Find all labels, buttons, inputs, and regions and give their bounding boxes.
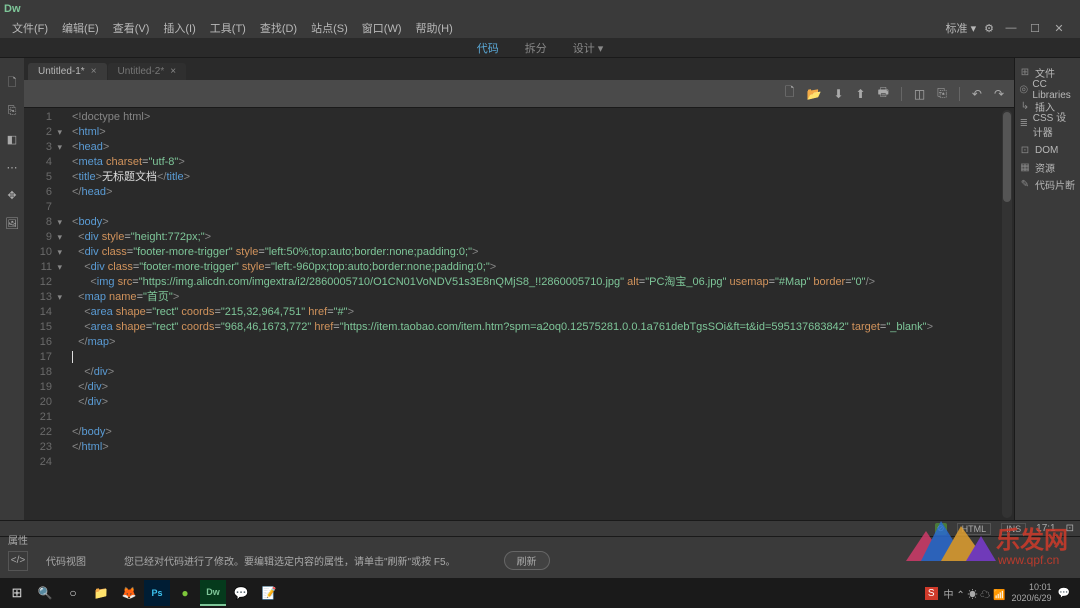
menu-4[interactable]: 工具(T)	[204, 18, 252, 38]
view-tab-2[interactable]: 设计 ▾	[569, 38, 608, 58]
app-logo: Dw	[4, 3, 21, 15]
panel-DOM[interactable]: ⊡DOM	[1015, 142, 1080, 159]
upload-icon[interactable]: ⬆	[856, 87, 866, 101]
cursor-position: 17:1	[1036, 523, 1055, 534]
close-icon[interactable]: ×	[170, 66, 176, 77]
notes-icon[interactable]: 📝	[256, 580, 282, 606]
notifications-icon[interactable]: 💬	[1058, 588, 1070, 599]
menu-0[interactable]: 文件(F)	[6, 18, 54, 38]
view-tab-1[interactable]: 拆分	[521, 38, 551, 58]
properties-section: 代码视图	[46, 553, 86, 568]
browser-icon[interactable]: ●	[172, 580, 198, 606]
window-maximize[interactable]: ☐	[1026, 22, 1044, 35]
code-view-icon: </>	[8, 551, 28, 571]
insert-mode-indicator[interactable]: INS	[1001, 523, 1026, 535]
dreamweaver-icon[interactable]: Dw	[200, 580, 226, 606]
panel-CSS 设计器[interactable]: ≣CSS 设计器	[1015, 115, 1080, 132]
document-tabs: Untitled-1*×Untitled-2*×	[24, 58, 1014, 80]
split-panel-icon[interactable]: ◫	[914, 87, 925, 101]
open-icon[interactable]: 📂	[807, 87, 822, 101]
properties-message: 您已经对代码进行了修改。要编辑选定内容的属性，请单击"刷新"或按 F5。	[124, 553, 456, 568]
close-icon[interactable]: ×	[91, 66, 97, 77]
firefox-icon[interactable]: 🦊	[116, 580, 142, 606]
properties-panel: 属性 </> 代码视图 您已经对代码进行了修改。要编辑选定内容的属性，请单击"刷…	[0, 536, 1080, 584]
manage-sites-icon[interactable]: ⎘	[5, 104, 19, 118]
code-scrollbar[interactable]	[1002, 110, 1012, 518]
settings-gear-icon[interactable]: ⚙	[984, 22, 994, 35]
system-tray: S 中 ⌃ ☀ ☁ 📶 10:01 2020/6/29 💬	[925, 582, 1076, 604]
tray-icons[interactable]: 中 ⌃ ☀ ☁ 📶	[944, 586, 1006, 601]
refresh-button[interactable]: 刷新	[504, 551, 550, 570]
tray-ime-icon[interactable]: S	[925, 587, 938, 600]
menu-6[interactable]: 站点(S)	[305, 18, 354, 38]
code-editor[interactable]: 1 2▾3▾4 5 6 7 8▾9▾10▾11▾12 13▾14 15 16 1…	[24, 108, 1014, 520]
left-toolbar: 🗋 ⎘ ◧ ⋯ ✥ 🖼	[0, 58, 24, 520]
taskbar-clock[interactable]: 10:01 2020/6/29	[1012, 582, 1052, 604]
file-explorer-taskbar-icon[interactable]: 📁	[88, 580, 114, 606]
menu-7[interactable]: 窗口(W)	[356, 18, 408, 38]
doc-tab-1[interactable]: Untitled-2*×	[108, 63, 187, 80]
editor-area: Untitled-1*×Untitled-2*× 🗋 📂 ⬇ ⬆ 🖶 ◫ ⎘ ↶ ↷ 1 2▾3…	[24, 58, 1014, 520]
scrollbar-thumb[interactable]	[1003, 112, 1011, 202]
editor-toolbar: 🗋 📂 ⬇ ⬆ 🖶 ◫ ⎘ ↶ ↷	[24, 80, 1014, 108]
css-icon[interactable]: ◧	[5, 132, 19, 146]
panel-代码片断[interactable]: ✎代码片断	[1015, 176, 1080, 193]
wechat-icon[interactable]: 💬	[228, 580, 254, 606]
search-icon[interactable]: 🔍	[32, 580, 58, 606]
new-file-icon[interactable]: 🗋	[785, 83, 795, 104]
menu-3[interactable]: 插入(I)	[157, 18, 201, 38]
start-button[interactable]: ⊞	[4, 580, 30, 606]
redo-icon[interactable]: ↷	[994, 87, 1004, 101]
menu-2[interactable]: 查看(V)	[107, 18, 156, 38]
properties-title: 属性	[8, 532, 28, 547]
panel-CC Libraries[interactable]: ◎CC Libraries	[1015, 81, 1080, 98]
editor-status-bar: ⊘ HTML INS 17:1 ⊡	[0, 520, 1080, 536]
menu-5[interactable]: 查找(D)	[254, 18, 303, 38]
divider: ⋯	[5, 160, 19, 174]
window-minimize[interactable]: —	[1002, 22, 1020, 34]
menu-1[interactable]: 编辑(E)	[56, 18, 105, 38]
menu-8[interactable]: 帮助(H)	[410, 18, 459, 38]
title-bar: Dw	[0, 0, 1080, 18]
download-icon[interactable]: ⬇	[833, 87, 843, 101]
diff-icon[interactable]: ⎘	[937, 86, 947, 101]
view-tab-0[interactable]: 代码	[473, 38, 503, 58]
view-mode-tabs: 代码拆分设计 ▾	[0, 38, 1080, 58]
cortana-icon[interactable]: ○	[60, 580, 86, 606]
error-indicator-icon[interactable]: ⊘	[935, 523, 947, 535]
windows-taskbar: ⊞ 🔍 ○ 📁 🦊 Ps ● Dw 💬 📝 S 中 ⌃ ☀ ☁ 📶 10:01 …	[0, 578, 1080, 608]
panel-menu-icon[interactable]: ⊡	[1066, 523, 1074, 534]
menu-bar: 文件(F)编辑(E)查看(V)插入(I)工具(T)查找(D)站点(S)窗口(W)…	[0, 18, 1080, 38]
right-panel: ⊞文件◎CC Libraries↳插入≣CSS 设计器⊡DOM▦资源✎代码片断	[1014, 58, 1080, 520]
doc-tab-0[interactable]: Untitled-1*×	[28, 63, 107, 80]
window-close[interactable]: ✕	[1050, 22, 1068, 35]
language-indicator[interactable]: HTML	[957, 523, 992, 535]
photoshop-icon[interactable]: Ps	[144, 580, 170, 606]
file-explorer-icon[interactable]: 🗋	[5, 76, 19, 90]
layout-mode[interactable]: 标准 ▾	[946, 20, 977, 36]
image-icon[interactable]: 🖼	[5, 216, 19, 230]
undo-icon[interactable]: ↶	[972, 87, 982, 101]
panel-资源[interactable]: ▦资源	[1015, 159, 1080, 176]
print-icon[interactable]: 🖶	[878, 83, 889, 104]
selector-icon[interactable]: ✥	[5, 188, 19, 202]
